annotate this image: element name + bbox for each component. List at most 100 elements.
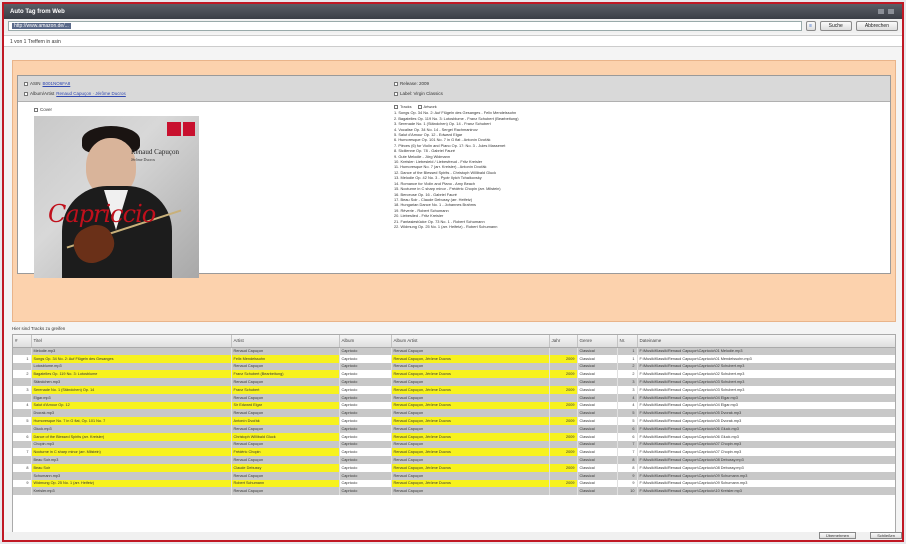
table-row[interactable]: Melodie.mp3 Renaud Capuçon Capriccio Renaud… [13,347,895,355]
table-cell-genre: Classical [577,401,618,410]
table-cell-num: 8 [13,463,32,472]
table-cell-artist: Franz Schubert (Bearbeitung) [231,370,340,379]
cover-checkbox[interactable] [34,107,38,112]
table-cell-album: Capriccio [339,424,392,433]
table-cell-file: F:\Musik\Klassik\Renaud Capuçon\Capricci… [637,456,895,464]
table-row[interactable]: 1 Songs Op. 34 No. 2: Auf Flügeln des Ges… [13,354,895,363]
artwork-checkbox[interactable] [417,104,422,109]
cancel-button[interactable]: Abbrechen [855,21,898,31]
minimize-icon[interactable] [878,9,884,14]
search-button[interactable]: Suche [819,21,852,31]
asin-checkbox[interactable] [24,81,28,86]
table-row[interactable]: Chopin.mp3 Renaud Capuçon Capriccio Renaud … [13,440,895,449]
column-header[interactable]: Artist [231,335,340,348]
table-row[interactable]: Elgar.mp3 Renaud Capuçon Capriccio Renaud C… [13,393,895,402]
table-cell-title: Elgar.mp3 [31,393,232,402]
info-line: 1 von 1 Treffern in asin [4,35,902,47]
close-button[interactable]: Schließen [870,532,902,539]
album-panel: ASIN B001NO6FA8 Album/Artist Renaud Capu… [17,75,891,278]
table-cell-title: Humoresque No. 7 in G flat, Op. 101 No. … [31,417,232,425]
table-cell-album: Capriccio [339,479,392,488]
table-cell-num: 5 [13,417,32,425]
table-cell-title: Dvorak.mp3 [31,409,232,418]
table-cell-genre: Classical [577,448,618,457]
table-cell-album: Capriccio [339,463,392,472]
table-cell-num: 9 [13,479,32,488]
table-cell-albumartist: Renaud Capuçon, Jérôme Ducros [391,385,550,394]
asin-link[interactable]: B001NO6FA8 [43,81,71,86]
table-row[interactable]: Dvorak.mp3 Renaud Capuçon Capriccio Renaud … [13,409,895,418]
table-cell-year: 2009 [549,370,578,379]
column-header[interactable]: Genre [577,335,618,348]
table-row[interactable]: 4 Salut d'Amour Op. 12 Sir Edward Elgar Cap… [13,401,895,410]
table-row[interactable]: 5 Humoresque No. 7 in G flat, Op. 101 No.… [13,417,895,425]
table-cell-artist: Renaud Capuçon [231,424,340,433]
table-cell-album: Capriccio [339,487,392,496]
table-cell-file: F:\Musik\Klassik\Renaud Capuçon\Capricci… [637,424,895,433]
table-cell-genre: Classical [577,487,618,496]
type-artwork[interactable]: Artwork [417,104,437,109]
table-cell-title: Nocturne in C sharp minor (arr. Milstein… [31,448,232,457]
table-row[interactable]: Ständchen.mp3 Renaud Capuçon Capriccio Rena… [13,378,895,386]
table-row[interactable]: Kreisler.mp3 Renaud Capuçon Capriccio Renau… [13,487,895,496]
table-cell-albumartist: Renaud Capuçon [391,456,550,464]
table-cell-year [549,393,578,402]
options-button[interactable]: ≡ [805,21,816,31]
album-artist-checkbox[interactable] [24,91,28,96]
table-cell-album: Capriccio [339,393,392,402]
table-cell-title: Bagatelles Op. 119 No. 3: Lotosblume [31,370,232,379]
apply-button[interactable]: Übernehmen [818,532,856,539]
table-cell-album: Capriccio [339,347,392,355]
table-cell-file: F:\Musik\Klassik\Renaud Capuçon\Capricci… [637,362,895,371]
table-cell-genre: Classical [577,378,618,386]
table-cell-year: 2009 [549,401,578,410]
search-input[interactable]: http://www.amazon.de/... [8,21,802,31]
column-header[interactable]: Album [339,335,392,348]
label-row: Label: Virgin Classics [394,91,443,96]
table-row[interactable]: Beau Soir.mp3 Renaud Capuçon Capriccio Rena… [13,456,895,464]
label-checkbox[interactable] [394,91,398,96]
table-cell-albumartist: Renaud Capuçon [391,347,550,355]
table-row[interactable]: 3 Serenade No. 1 (Ständchen) Op. 14 Franz … [13,385,895,394]
table-cell-albumartist: Renaud Capuçon, Jérôme Ducros [391,463,550,472]
table-cell-track: 8 [617,463,638,472]
column-header[interactable]: Dateiname [637,335,895,348]
table-cell-file: F:\Musik\Klassik\Renaud Capuçon\Capricci… [637,417,895,425]
table-cell-year: 2009 [549,385,578,394]
table-row[interactable]: Schumann.mp3 Renaud Capuçon Capriccio Renau… [13,471,895,480]
album-artist-link[interactable]: Renaud Capuçon · Jérôme Ducros [56,91,126,96]
tracks-checkbox[interactable] [394,104,398,109]
table-cell-artist: Renaud Capuçon [231,362,340,371]
table-cell-title: Dance of the Blessed Spirits (arr. Kreis… [31,432,232,441]
table-row[interactable]: 2 Bagatelles Op. 119 No. 3: Lotosblume Fra… [13,370,895,379]
table-cell-year [549,471,578,480]
table-row[interactable]: Gluck.mp3 Renaud Capuçon Capriccio Renaud C… [13,424,895,433]
table-cell-artist: Renaud Capuçon [231,409,340,418]
table-cell-num [13,347,32,355]
table-cell-title: Salut d'Amour Op. 12 [31,401,232,410]
close-icon[interactable] [888,9,894,14]
column-header[interactable]: Nr. [617,335,638,348]
column-header[interactable]: Jahr [549,335,578,348]
type-tracks[interactable]: Tracks [394,104,412,109]
column-header[interactable]: Titel [31,335,232,348]
table-cell-genre: Classical [577,370,618,379]
table-row[interactable]: 6 Dance of the Blessed Spirits (arr. Krei… [13,432,895,441]
table-row[interactable]: 7 Nocturne in C sharp minor (arr. Milstei… [13,448,895,457]
table-cell-genre: Classical [577,432,618,441]
table-row[interactable]: Lotosblume.mp3 Renaud Capuçon Capriccio Ren… [13,362,895,371]
table-cell-title: Schumann.mp3 [31,471,232,480]
table-cell-albumartist: Renaud Capuçon [391,424,550,433]
table-cell-genre: Classical [577,463,618,472]
release-checkbox[interactable] [394,81,398,86]
window-controls [878,9,902,14]
table-row[interactable]: 8 Beau Soir Claude Debussy Capriccio Renaud … [13,463,895,472]
table-row[interactable]: 9 Widmung Op. 25 No. 1 (arr. Heifetz) Robe… [13,479,895,488]
table-cell-genre: Classical [577,440,618,449]
table-cell-album: Capriccio [339,456,392,464]
column-header[interactable]: # [13,335,32,348]
table-cell-artist: Christoph Willibald Gluck [231,432,340,441]
album-panel-header: ASIN B001NO6FA8 Album/Artist Renaud Capu… [18,76,890,102]
column-header[interactable]: Album Artist [391,335,550,348]
table-cell-num [13,487,32,496]
